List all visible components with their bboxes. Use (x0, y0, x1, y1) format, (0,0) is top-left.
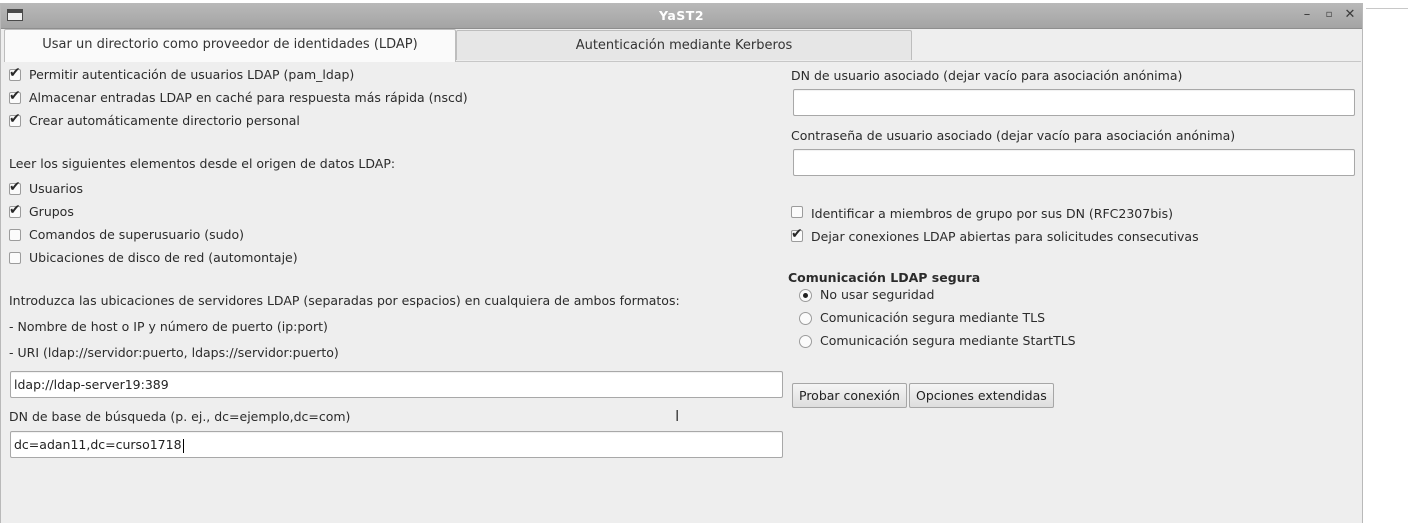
radio-no-security[interactable] (799, 289, 812, 302)
label-keep-connections: Dejar conexiones LDAP abiertas para soli… (811, 229, 1199, 244)
title-bar: YaST2 – ▫ ✕ (1, 4, 1362, 29)
text-caret (182, 438, 184, 453)
checkbox-keep-connections[interactable] (791, 226, 803, 242)
servers-intro-text: Introduzca las ubicaciones de servidores… (9, 293, 680, 308)
checkbox-sudo[interactable] (9, 229, 21, 241)
bind-password-input[interactable] (793, 149, 1355, 176)
label-no-security: No usar seguridad (820, 287, 935, 302)
ibeam-cursor-icon: I (675, 407, 680, 425)
checkbox-nscd-cache[interactable] (9, 88, 21, 104)
checkbox-automount[interactable] (9, 252, 21, 264)
label-automount: Ubicaciones de disco de red (automontaje… (29, 250, 298, 265)
yast-window: YaST2 – ▫ ✕ Usar un directorio como prov… (0, 3, 1363, 523)
base-dn-input[interactable]: dc=adan11,dc=curso1718 (10, 431, 783, 458)
tab-kerberos[interactable]: Autenticación mediante Kerberos (456, 30, 912, 60)
bind-password-label: Contraseña de usuario asociado (dejar va… (791, 128, 1236, 143)
bind-dn-input[interactable] (793, 89, 1355, 116)
extended-options-button[interactable]: Opciones extendidas (909, 383, 1054, 408)
checkbox-rfc2307bis[interactable] (791, 206, 803, 218)
secure-communication-heading: Comunicación LDAP segura (788, 270, 981, 285)
tab-bar: Usar un directorio como proveedor de ide… (4, 28, 1361, 62)
close-icon[interactable]: ✕ (1342, 7, 1358, 23)
minimize-icon[interactable]: – (1299, 7, 1315, 23)
maximize-icon[interactable]: ▫ (1321, 7, 1337, 23)
servers-format-host-text: - Nombre de host o IP y número de puerto… (9, 319, 328, 334)
bind-dn-label: DN de usuario asociado (dejar vacío para… (791, 68, 1183, 83)
label-starttls: Comunicación segura mediante StartTLS (820, 333, 1076, 348)
ldap-servers-value: ldap://ldap-server19:389 (14, 377, 169, 392)
label-sudo: Comandos de superusuario (sudo) (29, 227, 245, 242)
window-title: YaST2 (658, 8, 705, 23)
checkbox-users[interactable] (9, 179, 21, 195)
label-nscd-cache: Almacenar entradas LDAP en caché para re… (29, 90, 468, 105)
label-pam-ldap: Permitir autenticación de usuarios LDAP … (29, 67, 355, 82)
base-dn-value: dc=adan11,dc=curso1718 (14, 437, 182, 452)
radio-tls[interactable] (799, 312, 812, 325)
label-create-home: Crear automáticamente directorio persona… (29, 113, 300, 128)
label-tls: Comunicación segura mediante TLS (820, 310, 1046, 325)
servers-format-uri-text: - URI (ldap://servidor:puerto, ldaps://s… (9, 345, 339, 360)
label-rfc2307bis: Identificar a miembros de grupo por sus … (811, 206, 1174, 221)
radio-starttls[interactable] (799, 335, 812, 348)
checkbox-groups[interactable] (9, 202, 21, 218)
label-groups: Grupos (29, 204, 74, 219)
background-divider (1366, 8, 1408, 9)
tab-ldap[interactable]: Usar un directorio como proveedor de ide… (4, 29, 456, 62)
read-items-heading: Leer los siguientes elementos desde el o… (9, 156, 396, 171)
label-users: Usuarios (29, 181, 84, 196)
test-connection-button[interactable]: Probar conexión (792, 383, 907, 408)
checkbox-create-home[interactable] (9, 111, 21, 127)
base-dn-label: DN de base de búsqueda (p. ej., dc=ejemp… (9, 409, 351, 424)
checkbox-pam-ldap[interactable] (9, 65, 21, 81)
ldap-servers-input[interactable]: ldap://ldap-server19:389 (10, 371, 783, 398)
